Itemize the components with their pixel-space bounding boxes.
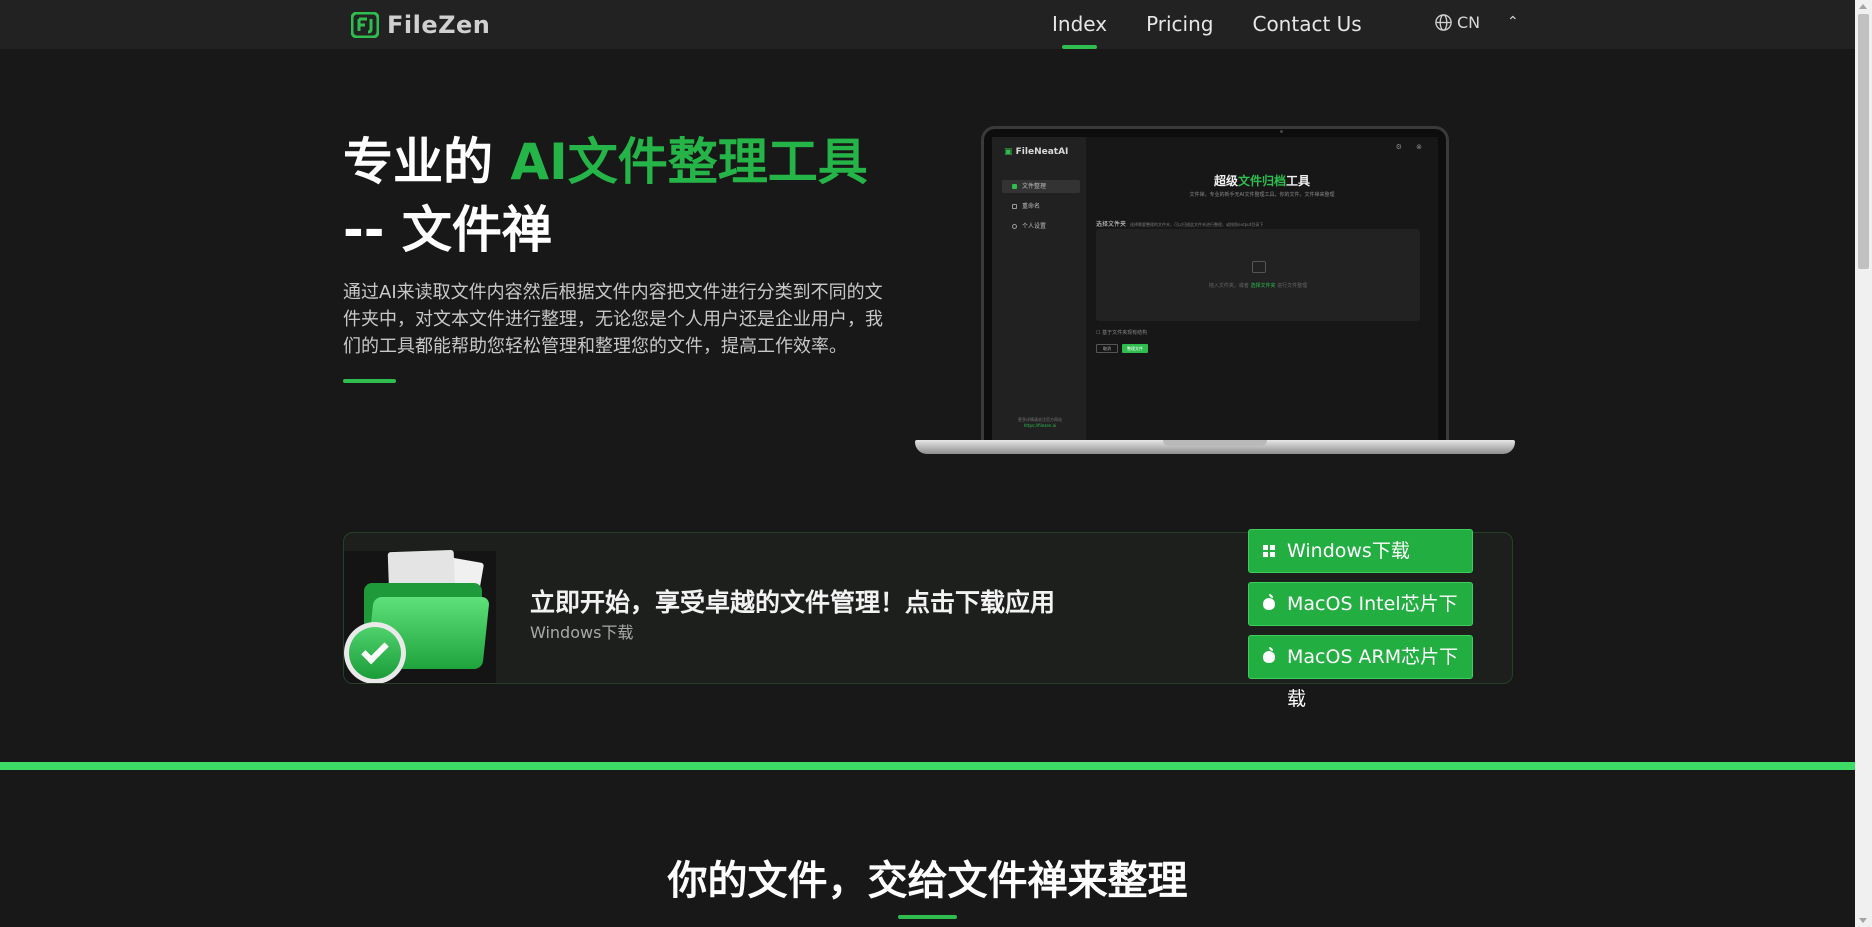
- nav-contact-us[interactable]: Contact Us: [1252, 12, 1361, 48]
- app-sidebar: ▣ FileNeatAI 文件整理 重命名 个人设置 更多详情请关注官方网站 ht…: [992, 137, 1086, 441]
- app-title: 超级文件归档工具: [1213, 174, 1311, 188]
- laptop-mockup: ▣ FileNeatAI 文件整理 重命名 个人设置 更多详情请关注官方网站 ht…: [915, 126, 1515, 458]
- app-logo: ▣ FileNeatAI: [1004, 147, 1069, 157]
- folder-icon: [1252, 261, 1266, 273]
- app-footer: 更多详情请关注官方网站 https://filezen.ai: [1018, 417, 1062, 428]
- hero-description: 通过AI来读取文件内容然后根据文件内容把文件进行分类到不同的文件夹中，对文本文件…: [343, 282, 883, 357]
- windows-icon: [1263, 545, 1275, 557]
- app-subtitle: 文件禅，专业的新手无AI文件整理工具，你的文件，文件禅来整理: [1189, 192, 1335, 198]
- hero-title: 专业的 AI文件整理工具 -- 文件禅: [343, 128, 903, 264]
- chevron-up-icon[interactable]: ⌃: [1507, 14, 1519, 30]
- hero-title-suffix: -- 文件禅: [343, 201, 552, 259]
- windows-download-button[interactable]: Windows下载: [1248, 529, 1473, 573]
- macos-arm-download-button[interactable]: MacOS ARM芯片下载: [1248, 635, 1473, 710]
- scroll-up-arrow[interactable]: [1859, 4, 1867, 9]
- app-menu-item: 重命名: [1002, 200, 1080, 213]
- app-start-button: 整理文件: [1122, 344, 1148, 353]
- nav-index[interactable]: Index: [1052, 12, 1107, 49]
- section-divider: [0, 762, 1855, 770]
- globe-icon: [1435, 14, 1452, 31]
- download-title: 立即开始，享受卓越的文件管理！点击下载应用: [530, 588, 1056, 617]
- main-nav: Index Pricing Contact Us: [1052, 12, 1362, 49]
- app-select-label: 选择文件夹 选择需要整理的文件夹，可以扫描此文件夹进行整理，或按照output目录…: [1096, 221, 1264, 228]
- section-accent-bar: [898, 915, 957, 919]
- app-dropzone-text: 拖入文件夹，或者 选择文件夹 进行文件整理: [1208, 283, 1308, 289]
- app-menu-item: 文件整理: [1002, 180, 1080, 193]
- app-window-controls: ⚙ ⊗: [1395, 143, 1428, 151]
- top-navbar: FileZen Index Pricing Contact Us CN ⌃: [0, 0, 1855, 49]
- app-cancel-button: 取消: [1096, 344, 1118, 353]
- hero-title-prefix: 专业的: [343, 133, 511, 191]
- check-badge-icon: [344, 622, 406, 683]
- logo-text: FileZen: [387, 11, 491, 39]
- page-scrollbar[interactable]: [1855, 0, 1872, 927]
- laptop-lid: ▣ FileNeatAI 文件整理 重命名 个人设置 更多详情请关注官方网站 ht…: [981, 126, 1449, 444]
- folder-check-illustration: [344, 549, 496, 683]
- nav-pricing[interactable]: Pricing: [1146, 12, 1213, 48]
- laptop-notch: [1163, 440, 1267, 446]
- app-screenshot: ▣ FileNeatAI 文件整理 重命名 个人设置 更多详情请关注官方网站 ht…: [992, 137, 1438, 441]
- apple-icon: [1263, 647, 1275, 663]
- language-label: CN: [1457, 13, 1481, 32]
- camera-dot: [1280, 130, 1283, 133]
- language-switcher[interactable]: CN: [1434, 13, 1480, 32]
- scroll-thumb[interactable]: [1858, 14, 1869, 269]
- macos-intel-download-button[interactable]: MacOS Intel芯片下载: [1248, 582, 1473, 657]
- app-menu-item: 个人设置: [1002, 220, 1080, 233]
- app-dropzone: 拖入文件夹，或者 选择文件夹 进行文件整理: [1096, 229, 1420, 321]
- scroll-down-arrow[interactable]: [1859, 918, 1867, 923]
- filezen-logo-icon: [351, 12, 379, 38]
- app-checkbox: ☐ 基于文件夹现有结构: [1096, 330, 1148, 336]
- apple-icon: [1263, 594, 1275, 610]
- hero-title-highlight: AI文件整理工具: [510, 133, 868, 191]
- download-subtitle: Windows下载: [530, 623, 634, 642]
- section-title: 你的文件，交给文件禅来整理: [667, 858, 1188, 904]
- logo[interactable]: FileZen: [351, 11, 490, 39]
- hero-accent-bar: [343, 379, 396, 383]
